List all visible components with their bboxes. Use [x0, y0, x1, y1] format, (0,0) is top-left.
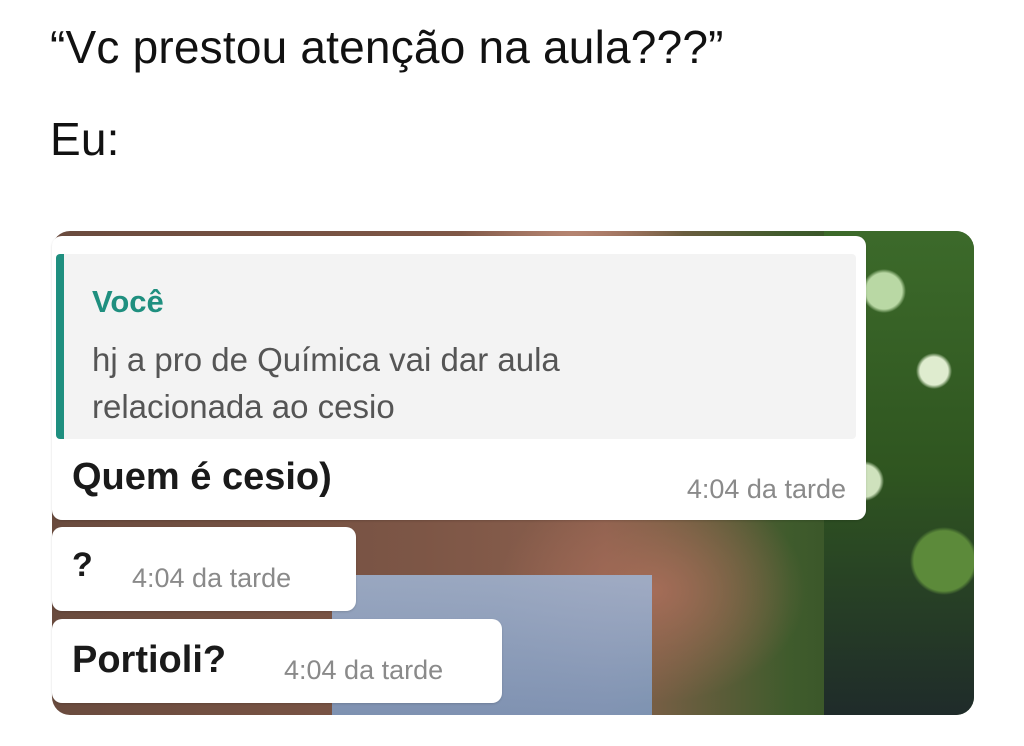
meme-page: “Vc prestou atenção na aula???” Eu: Você…: [0, 0, 1024, 746]
caption-line-1: “Vc prestou atenção na aula???”: [50, 21, 724, 73]
message-timestamp: 4:04 da tarde: [284, 655, 444, 685]
caption-line-2: Eu:: [50, 113, 120, 165]
message-timestamp: 4:04 da tarde: [132, 563, 292, 593]
quoted-text-line-2: relacionada ao cesio: [92, 388, 395, 425]
quoted-text: hj a pro de Química vai dar aula relacio…: [92, 336, 560, 430]
message-text: Portioli?: [72, 639, 227, 681]
quote-accent-bar: [56, 254, 64, 439]
quoted-author: Você: [92, 284, 164, 319]
message-text: ?: [72, 546, 93, 584]
quoted-text-line-1: hj a pro de Química vai dar aula: [92, 341, 560, 378]
message-timestamp: 4:04 da tarde: [686, 474, 846, 504]
quoted-message[interactable]: Você hj a pro de Química vai dar aula re…: [56, 254, 856, 439]
message-text: Quem é cesio): [72, 456, 332, 498]
